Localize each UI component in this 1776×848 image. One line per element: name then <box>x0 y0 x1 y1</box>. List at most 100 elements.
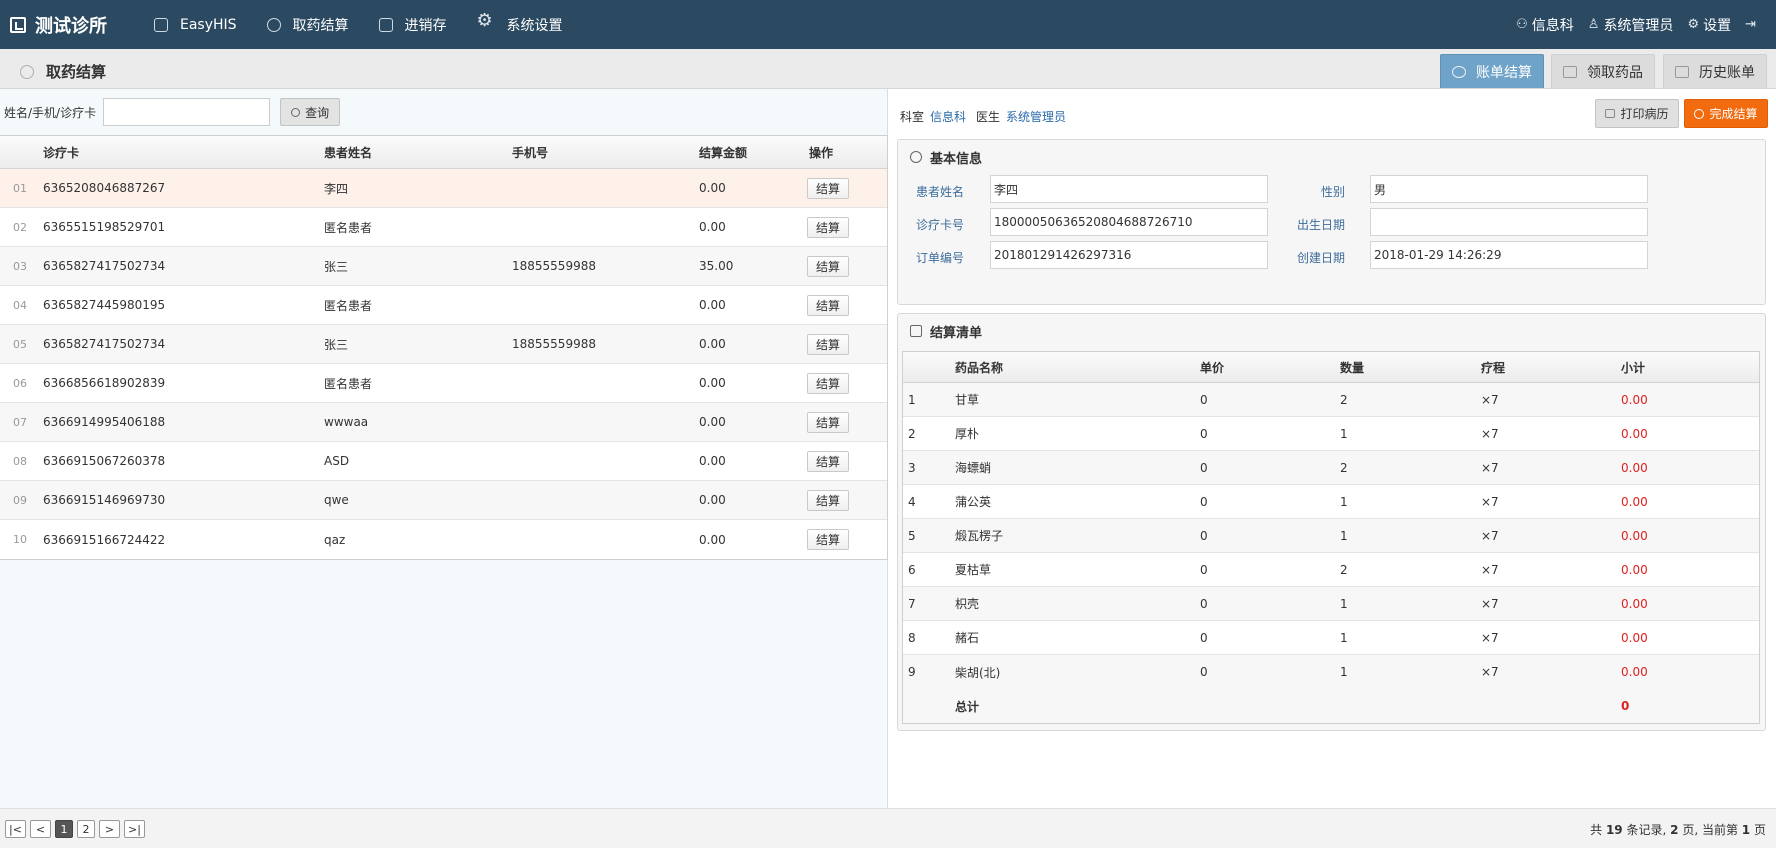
bill-table-header: 药品名称 单价 数量 疗程 小计 <box>903 352 1759 383</box>
search-input[interactable] <box>103 98 271 126</box>
table-row[interactable]: 04 6365827445980195 匿名患者 0.00 结算 <box>0 286 887 325</box>
settle-button[interactable]: 结算 <box>807 450 849 472</box>
prev-page-button[interactable]: < <box>30 820 51 838</box>
patient-list-panel: 姓名/手机/诊疗卡 查询 诊疗卡 患者姓名 手机号 结算金额 操作 01 6365… <box>0 89 888 808</box>
phone-number: 18855559988 <box>512 259 596 273</box>
op-cell: 结算 <box>807 333 869 355</box>
col-phone-header[interactable]: 手机号 <box>512 144 699 161</box>
total-records: 19 <box>1605 823 1623 837</box>
drug-name: 枳壳 <box>955 597 980 611</box>
pager: |< < 1 2 > >| <box>5 820 149 838</box>
page-button-2[interactable]: 2 <box>77 820 95 838</box>
next-page-button[interactable]: > <box>99 820 120 838</box>
table-row[interactable]: 10 6366915166724422 qaz 0.00 结算 <box>0 520 887 559</box>
card-number: 6365827445980195 <box>43 298 166 312</box>
settings-link[interactable]: ⚙ 设置 <box>1687 15 1731 35</box>
bill-list-title: 结算清单 <box>898 314 1765 348</box>
dept-label: 科室 <box>900 110 925 124</box>
dept-link[interactable]: ⚇ 信息科 <box>1516 15 1574 35</box>
table-row[interactable]: 05 6365827417502734 张三 18855559988 0.00 结算 <box>0 325 887 364</box>
order-field[interactable]: 201801291426297316 <box>990 241 1268 269</box>
nav-item-settle[interactable]: 取药结算 <box>266 15 349 35</box>
logout-button[interactable]: ⇥ <box>1745 17 1760 32</box>
settle-button[interactable]: 结算 <box>807 294 849 316</box>
patient-name: 李四 <box>324 181 349 196</box>
quantity: 1 <box>1340 630 1348 645</box>
phone-number: 18855559988 <box>512 337 596 351</box>
current-page: 1 <box>1741 823 1751 837</box>
gender-field[interactable]: 男 <box>1370 175 1648 203</box>
tab-bill-settle[interactable]: 账单结算 <box>1440 54 1544 88</box>
unit-price: 0 <box>1200 494 1208 509</box>
course: ×7 <box>1481 494 1499 509</box>
nav-item-system-settings[interactable]: ⚙ 系统设置 <box>477 11 563 35</box>
logout-icon: ⇥ <box>1745 17 1756 32</box>
page-title-text: 取药结算 <box>46 63 107 81</box>
created-field[interactable]: 2018-01-29 14:26:29 <box>1370 241 1648 269</box>
nav-item-easyhis[interactable]: EasyHIS <box>154 17 237 33</box>
birth-label: 出生日期 <box>1296 218 1345 232</box>
bill-row: 1 甘草 0 2 ×7 0.00 <box>903 383 1759 417</box>
settle-button[interactable]: 结算 <box>807 372 849 394</box>
table-row[interactable]: 02 6365515198529701 匿名患者 0.00 结算 <box>0 208 887 247</box>
nav-item-inventory[interactable]: 进销存 <box>378 15 447 35</box>
row-index: 08 <box>13 454 27 468</box>
col-amount-header[interactable]: 结算金额 <box>699 144 809 161</box>
print-record-button[interactable]: 打印病历 <box>1595 99 1679 128</box>
table-row[interactable]: 03 6365827417502734 张三 18855559988 35.00 结算 <box>0 247 887 286</box>
brand[interactable]: 测试诊所 <box>0 12 140 38</box>
top-navbar: 测试诊所 EasyHIS 取药结算 进销存 ⚙ 系统设置 ⚇ 信息科 ♙ 系统管… <box>0 0 1776 49</box>
settle-button[interactable]: 结算 <box>807 216 849 238</box>
patient-name-field[interactable]: 李四 <box>990 175 1268 203</box>
quantity: 2 <box>1340 392 1348 407</box>
col-drug-name-header: 药品名称 <box>955 360 1004 375</box>
last-page-button[interactable]: >| <box>124 820 145 838</box>
search-bar: 姓名/手机/诊疗卡 查询 <box>4 98 341 126</box>
tab-label: 历史账单 <box>1699 64 1755 81</box>
table-row[interactable]: 07 6366914995406188 wwwaa 0.00 结算 <box>0 403 887 442</box>
quantity: 1 <box>1340 426 1348 441</box>
tab-label: 领取药品 <box>1587 64 1643 81</box>
col-card-header[interactable]: 诊疗卡 <box>43 144 324 161</box>
drug-name: 赭石 <box>955 631 980 645</box>
patient-rows: 01 6365208046887267 李四 0.00 结算 02 636551519852… <box>0 169 887 559</box>
patient-name: 匿名患者 <box>324 298 373 313</box>
print-button-label: 打印病历 <box>1620 107 1669 121</box>
course: ×7 <box>1481 528 1499 543</box>
inventory-icon <box>378 17 393 32</box>
settle-button[interactable]: 结算 <box>807 177 849 199</box>
col-name-header[interactable]: 患者姓名 <box>324 144 512 161</box>
page-button-1[interactable]: 1 <box>55 820 73 838</box>
subtotal: 0.00 <box>1621 562 1648 577</box>
settle-button[interactable]: 结算 <box>807 489 849 511</box>
birth-field[interactable] <box>1370 208 1648 236</box>
user-group-icon: ⚇ <box>1516 17 1528 32</box>
quantity: 2 <box>1340 562 1348 577</box>
complete-settle-button[interactable]: 完成结算 <box>1684 99 1768 128</box>
table-row[interactable]: 01 6365208046887267 李四 0.00 结算 <box>0 169 887 208</box>
tab-history-bills[interactable]: 历史账单 <box>1663 54 1767 88</box>
user-link[interactable]: ♙ 系统管理员 <box>1588 15 1674 35</box>
bill-list-panel: 结算清单 药品名称 单价 数量 疗程 小计 1 甘草 0 2 ×7 0.00 2 厚朴 0 1 ×7… <box>897 313 1766 731</box>
row-index: 04 <box>13 298 27 312</box>
card-field[interactable]: 18000050636520804688726710 <box>990 208 1268 236</box>
table-row[interactable]: 08 6366915067260378 ASD 0.00 结算 <box>0 442 887 481</box>
search-button[interactable]: 查询 <box>280 98 341 126</box>
tab-dispense-drugs[interactable]: 领取药品 <box>1551 54 1655 88</box>
first-page-button[interactable]: |< <box>5 820 26 838</box>
drug-name: 夏枯草 <box>955 563 992 577</box>
pager-info-suffix: 页 <box>1753 823 1766 837</box>
table-row[interactable]: 06 6366856618902839 匿名患者 0.00 结算 <box>0 364 887 403</box>
settle-button[interactable]: 结算 <box>807 411 849 433</box>
drug-name: 海螵蛸 <box>955 461 992 475</box>
op-cell: 结算 <box>807 255 869 277</box>
subtotal: 0.00 <box>1621 426 1648 441</box>
col-qty-header: 数量 <box>1340 360 1365 375</box>
course: ×7 <box>1481 596 1499 611</box>
table-row[interactable]: 09 6366915146969730 qwe 0.00 结算 <box>0 481 887 520</box>
settle-button[interactable]: 结算 <box>807 255 849 277</box>
settle-button[interactable]: 结算 <box>807 529 849 550</box>
search-label: 姓名/手机/诊疗卡 <box>4 105 97 120</box>
settle-amount: 0.00 <box>699 493 726 507</box>
settle-button[interactable]: 结算 <box>807 333 849 355</box>
